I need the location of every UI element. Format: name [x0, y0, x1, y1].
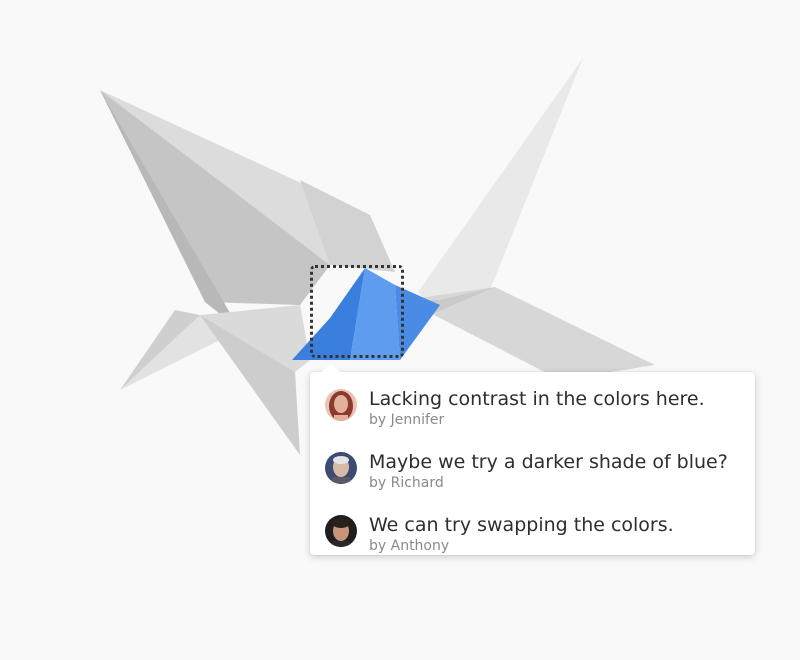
popover-arrow: [322, 363, 340, 372]
crane-right-wing: [418, 58, 583, 305]
comment-author: by Richard: [369, 475, 444, 491]
avatar-richard: [325, 452, 357, 484]
comment-author: by Jennifer: [369, 412, 445, 428]
comment-item[interactable]: We can try swapping the colors. by Antho…: [325, 513, 674, 554]
comment-author: by Anthony: [369, 538, 450, 554]
comment-popover: Lacking contrast in the colors here. by …: [310, 363, 755, 555]
comment-text: Maybe we try a darker shade of blue?: [369, 451, 728, 473]
comment-text: We can try swapping the colors.: [369, 514, 674, 536]
avatar-jennifer: [325, 389, 357, 421]
selection-box[interactable]: [310, 265, 404, 358]
comment-text: Lacking contrast in the colors here.: [369, 388, 705, 410]
comment-item[interactable]: Lacking contrast in the colors here. by …: [325, 387, 705, 428]
comment-item[interactable]: Maybe we try a darker shade of blue? by …: [325, 450, 728, 491]
avatar-anthony: [325, 515, 357, 547]
